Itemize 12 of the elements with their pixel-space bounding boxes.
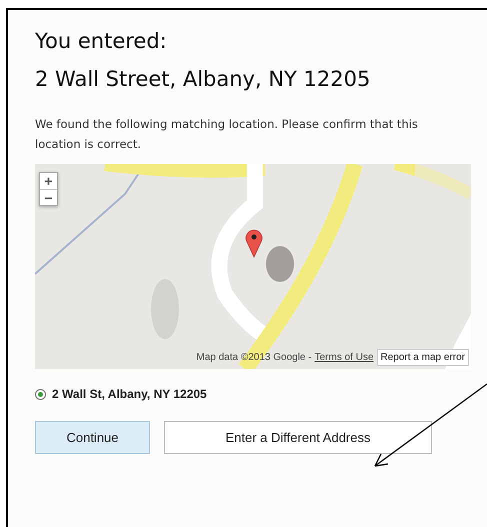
report-error-button[interactable]: Report a map error [376,349,469,366]
radio-button[interactable] [35,388,46,400]
location-label: 2 Wall St, Albany, NY 12205 [52,387,207,401]
entered-address: 2 Wall Street, Albany, NY 12205 [35,66,372,93]
different-address-button[interactable]: Enter a Different Address [164,421,432,454]
continue-button[interactable]: Continue [35,421,150,454]
confirmation-message: We found the following matching location. Please confirm that this location is correct. [35,116,419,153]
terms-link[interactable]: Terms of Use [314,352,374,363]
heading: You entered: [35,28,168,55]
map-pin-icon [245,228,263,258]
zoom-in-button[interactable]: + [40,173,57,189]
zoom-out-button[interactable]: − [40,189,57,205]
